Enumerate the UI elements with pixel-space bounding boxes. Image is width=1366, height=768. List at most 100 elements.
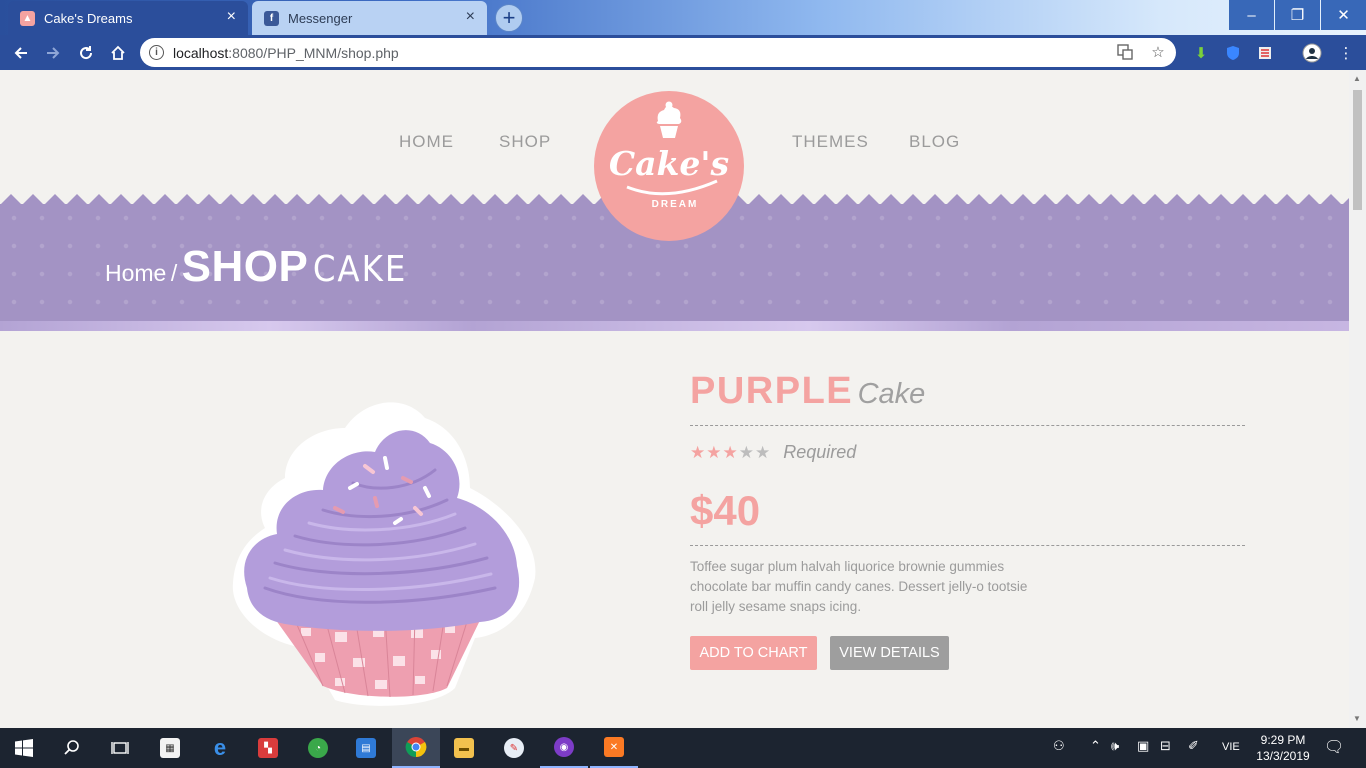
scroll-up-icon[interactable]: ▲ (1353, 74, 1361, 83)
network-icon[interactable]: ⊟ (1160, 738, 1171, 754)
home-icon (111, 45, 125, 60)
taskbar-edge[interactable]: e (196, 728, 244, 768)
scrollbar-thumb[interactable] (1353, 90, 1362, 210)
product-description: Toffee sugar plum halvah liquorice brown… (690, 559, 1028, 614)
notifications-icon[interactable]: 🗨 (1324, 737, 1344, 757)
search-button[interactable] (48, 728, 96, 768)
input-language[interactable]: VIE (1222, 741, 1240, 753)
url-host: localhost (173, 44, 229, 61)
close-tab-icon[interactable]: × (227, 9, 236, 25)
shield-extension-icon[interactable] (1223, 43, 1243, 63)
logo-tagline: DREAM (652, 199, 699, 210)
product-title: PURPLE Cake (690, 370, 925, 413)
close-window-button[interactable]: ✕ (1321, 0, 1366, 30)
scroll-down-icon[interactable]: ▼ (1353, 714, 1361, 723)
tab-messenger[interactable]: f Messenger × (252, 1, 487, 35)
breadcrumb-separator: / (170, 260, 178, 286)
folder-icon: ▬ (454, 738, 474, 758)
home-button[interactable] (105, 40, 131, 66)
star-icon[interactable]: ★ (690, 443, 705, 462)
chrome-menu-icon[interactable]: ⋮ (1336, 43, 1356, 63)
store-icon: ▦ (160, 738, 180, 758)
list-extension-icon[interactable] (1255, 43, 1275, 63)
minimize-button[interactable]: – (1229, 0, 1274, 30)
taskbar-app-red[interactable]: ▚ (244, 728, 292, 768)
taskbar-store[interactable]: ▦ (146, 728, 194, 768)
product-title-sub: Cake (857, 378, 926, 410)
clock-date: 13/3/2019 (1256, 749, 1310, 763)
language-e-icon[interactable]: ▣ (1137, 738, 1149, 754)
url-text[interactable]: localhost:8080/PHP_MNM/shop.php (173, 45, 399, 61)
people-icon[interactable]: ⚇ (1053, 738, 1065, 754)
taskbar-paint[interactable]: ✎ (490, 728, 538, 768)
taskbar-file-explorer[interactable]: ▬ (440, 728, 488, 768)
rating-stars[interactable]: ★★★★★ (690, 443, 771, 463)
tab-cakes-dreams[interactable]: ▲ Cake's Dreams × (8, 1, 248, 35)
product-image (232, 402, 536, 706)
forward-button[interactable] (40, 40, 66, 66)
taskbar-chrome[interactable] (392, 728, 440, 768)
task-view-button[interactable] (96, 728, 144, 768)
taskbar-app-blue[interactable]: ▤ (342, 728, 390, 768)
nav-blog-link[interactable]: BLOG (909, 132, 960, 152)
title-divider (690, 425, 1245, 426)
product-rating[interactable]: ★★★★★ Required (690, 442, 856, 463)
page-scrollbar[interactable]: ▲ ▼ (1349, 70, 1366, 728)
add-to-cart-button[interactable]: ADD TO CHART (690, 636, 817, 670)
app-purple-icon: ◉ (554, 737, 574, 757)
download-extension-icon[interactable]: ⬇ (1191, 43, 1211, 63)
logo-wordmark: Cake's (609, 144, 729, 183)
plus-icon: + (502, 5, 516, 30)
taskbar-app-purple[interactable]: ◉ (540, 728, 588, 768)
bookmark-star-icon[interactable]: ☆ (1148, 42, 1168, 62)
close-icon: ✕ (1337, 7, 1350, 24)
translate-icon[interactable] (1115, 42, 1135, 62)
breadcrumb-subsection: CAKE (312, 249, 408, 290)
product-price: $40 (690, 487, 761, 534)
breadcrumb-section: SHOP (181, 242, 309, 291)
back-button[interactable] (8, 40, 34, 66)
nav-themes-link[interactable]: THEMES (792, 132, 869, 152)
tab-title: Messenger (288, 10, 353, 26)
star-icon[interactable]: ★ (739, 443, 754, 462)
volume-icon[interactable]: 🕪 (1111, 738, 1119, 754)
rating-label: Required (783, 442, 857, 462)
price-divider (690, 545, 1245, 546)
app-window-icon: ▤ (356, 738, 376, 758)
browser-toolbar: i localhost:8080/PHP_MNM/shop.php ☆ ⬇ ⋮ (0, 35, 1366, 70)
paint-icon: ✎ (504, 738, 524, 758)
maximize-button[interactable]: ❐ (1275, 0, 1320, 30)
pen-icon[interactable]: ✐ (1188, 738, 1199, 754)
new-tab-button[interactable]: + (495, 4, 523, 32)
start-button[interactable] (0, 728, 48, 768)
nav-home-link[interactable]: HOME (399, 132, 454, 152)
breadcrumb: Home / SHOP CAKE (105, 242, 407, 292)
view-details-button[interactable]: VIEW DETAILS (830, 636, 949, 670)
star-icon[interactable]: ★ (723, 443, 738, 462)
close-tab-icon[interactable]: × (466, 9, 475, 25)
nav-shop-link[interactable]: SHOP (499, 132, 551, 152)
star-icon[interactable]: ★ (706, 443, 721, 462)
windows-taskbar: ▦ e ▚ ◔ ▤ ▬ ✎ ◉ ✕ ⚇ ⌃ 🕪 ▣ ⊟ ✐ VIE 9:29 P… (0, 728, 1366, 768)
arrow-right-icon (47, 47, 60, 59)
address-bar[interactable]: i localhost:8080/PHP_MNM/shop.php ☆ (140, 38, 1176, 67)
chrome-icon (405, 737, 427, 758)
tab-title: Cake's Dreams (44, 10, 133, 26)
chevron-up-icon[interactable]: ⌃ (1090, 738, 1101, 754)
star-icon[interactable]: ★ (755, 443, 770, 462)
clock-time: 9:29 PM (1260, 733, 1306, 747)
site-logo[interactable]: Cake's DREAM (594, 91, 744, 241)
profile-avatar-icon[interactable] (1302, 43, 1322, 63)
taskbar-app-green[interactable]: ◔ (294, 728, 342, 768)
app-grid-icon: ▚ (258, 738, 278, 758)
xampp-icon: ✕ (604, 737, 624, 757)
info-icon[interactable]: i (149, 45, 164, 60)
restore-icon: ❐ (1290, 7, 1305, 24)
reload-icon (80, 46, 93, 60)
system-clock[interactable]: 9:29 PM 13/3/2019 (1255, 732, 1311, 764)
breadcrumb-home[interactable]: Home (105, 260, 166, 286)
taskbar-xampp[interactable]: ✕ (590, 728, 638, 768)
arrow-left-icon (14, 47, 27, 59)
reload-button[interactable] (73, 40, 99, 66)
browser-tab-strip: ▲ Cake's Dreams × f Messenger × + – ❐ ✕ (0, 0, 1366, 35)
